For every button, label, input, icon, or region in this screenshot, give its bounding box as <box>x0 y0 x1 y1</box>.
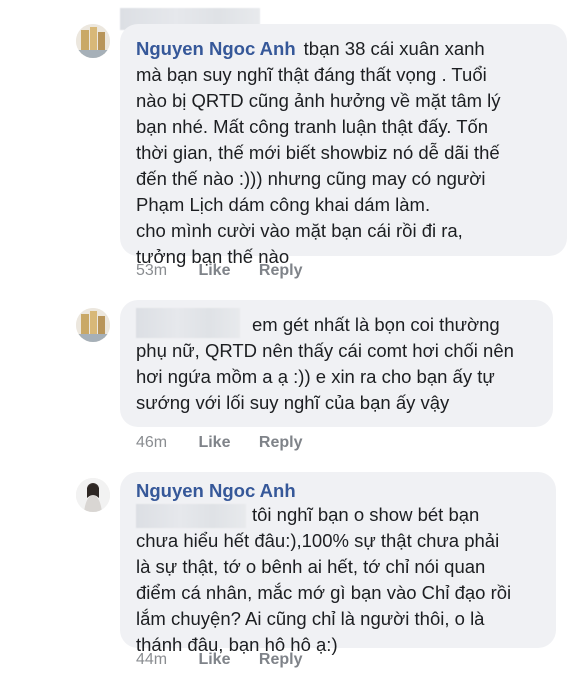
comment-meta: 44m Like Reply <box>136 651 302 669</box>
comment-text-line: bạn nhé. Mất công tranh luận thật đấy. T… <box>136 116 489 137</box>
reply-button[interactable]: Reply <box>259 262 303 280</box>
comment-text-line: mà bạn suy nghĩ thật đáng thất vọng . Tu… <box>136 64 487 85</box>
comment-text-line: Phạm Lịch dám công khai dám làm. <box>136 194 431 215</box>
avatar[interactable] <box>76 24 110 58</box>
comment-timestamp[interactable]: 46m <box>136 434 194 452</box>
comment-meta: 53m Like Reply <box>136 262 302 280</box>
comment-text-line: Nguyen Ngoc Anh tbạn 38 cái xuân xanh <box>136 38 485 59</box>
comment-text-line: tôi nghĩ bạn o show bét bạn <box>136 502 540 529</box>
like-button[interactable]: Like <box>198 651 254 669</box>
comment-text-line: điểm cá nhân, mắc mớ gì bạn vào Chỉ đạo … <box>136 582 512 604</box>
comment-author[interactable]: Nguyen Ngoc Anh <box>136 38 296 59</box>
comment-text-line: cho mình cười vào mặt bạn cái rồi đi ra, <box>136 220 463 241</box>
comment-timestamp[interactable]: 44m <box>136 651 194 669</box>
reply-button[interactable]: Reply <box>259 434 303 452</box>
comment-meta: 46m Like Reply <box>136 434 302 452</box>
like-button[interactable]: Like <box>198 262 254 280</box>
comment-text-line: em gét nhất là bọn coi thường <box>136 308 537 339</box>
comment-timestamp[interactable]: 53m <box>136 262 194 280</box>
comment-bubble: em gét nhất là bọn coi thường phụ nữ, QR… <box>120 300 553 427</box>
comment-text-line: là sự thật, tớ o bênh ai hết, tớ chỉ nói… <box>136 556 486 578</box>
comment-text-line: chưa hiểu hết đâu:),100% sự thật chưa ph… <box>136 530 500 552</box>
comment-text-line: sướng với lối suy nghĩ của bạn ấy vậy <box>136 392 450 414</box>
comment-bubble: Nguyen Ngoc Anh tbạn 38 cái xuân xanh mà … <box>120 24 567 267</box>
reply-button[interactable]: Reply <box>259 651 303 669</box>
avatar[interactable] <box>76 478 110 512</box>
redacted-name <box>136 504 246 529</box>
comment-text-line: đến thế nào :))) nhưng cũng may có người <box>136 168 486 189</box>
comment-text-line: thời gian, thế mới biết showbiz nó dễ dã… <box>136 142 500 163</box>
comment-text-line: phụ nữ, QRTD nên thấy cái comt hơi chối … <box>136 340 514 362</box>
comment-author[interactable]: Nguyen Ngoc Anh <box>136 480 296 501</box>
like-button[interactable]: Like <box>198 434 254 452</box>
avatar[interactable] <box>76 308 110 342</box>
comment-author-line: Nguyen Ngoc Anh <box>136 480 540 502</box>
comment-text-line: lắm chuyện? Ai cũng chỉ là người thôi, o… <box>136 608 485 630</box>
redacted-name <box>136 308 240 339</box>
comment-bubble: Nguyen Ngoc Anh tôi nghĩ bạn o show bét … <box>120 472 556 655</box>
comment-text-line: hơi ngứa mồm a ạ :)) e xin ra cho bạn ấy… <box>136 366 495 388</box>
comment-thread: Nguyen Ngoc Anh tbạn 38 cái xuân xanh mà … <box>0 0 580 687</box>
comment-text-line: nào bị QRTD cũng ảnh hưởng về mặt tâm lý <box>136 90 501 111</box>
